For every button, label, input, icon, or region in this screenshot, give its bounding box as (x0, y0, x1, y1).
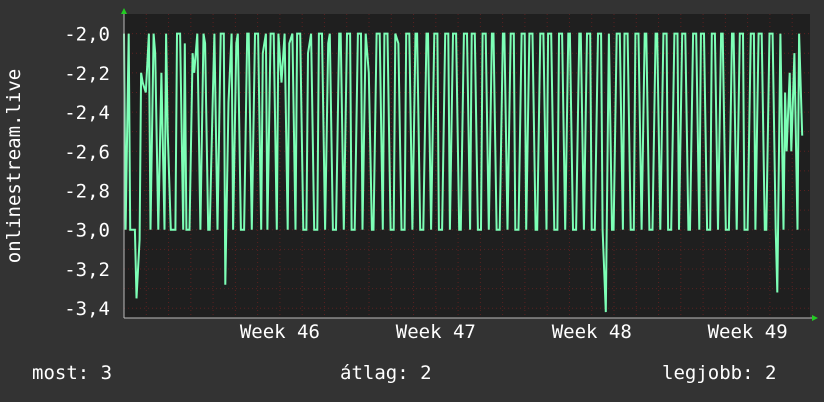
y-tick-label: -3,2 (64, 259, 110, 281)
line-chart: -2,0 -2,2 -2,4 -2,6 -2,8 -3,0 -3,2 -3,4 Week 46… (3, 8, 818, 343)
y-tick-label: -3,4 (64, 298, 110, 320)
y-axis-arrow (121, 8, 127, 14)
y-tick-label: -2,8 (64, 181, 110, 203)
y-tick-label: -2,4 (64, 102, 110, 124)
legend-best-value: 2 (764, 362, 777, 384)
y-tick-label: -2,6 (64, 141, 110, 163)
x-tick-label: Week 47 (396, 321, 476, 343)
x-axis-arrow (812, 315, 818, 321)
y-tick-label: -2,0 (64, 24, 110, 46)
chart-root: -2,0 -2,2 -2,4 -2,6 -2,8 -3,0 -3,2 -3,4 Week 46… (0, 0, 824, 402)
y-tick-label: -2,2 (64, 63, 110, 85)
y-tick-label: -3,0 (64, 220, 110, 242)
legend-average-value: 2 (420, 362, 432, 384)
y-tick-labels: -2,0 -2,2 -2,4 -2,6 -2,8 -3,0 -3,2 -3,4 (64, 24, 110, 321)
legend-best-label: legjobb: (662, 362, 754, 384)
x-tick-label: Week 49 (708, 321, 788, 343)
x-tick-label: Week 46 (240, 321, 320, 343)
legend-current-value: 3 (100, 362, 113, 384)
legend-average: átlag: 2 (340, 362, 432, 384)
x-tick-labels: Week 46 Week 47 Week 48 Week 49 (240, 321, 788, 343)
x-tick-label: Week 48 (552, 321, 632, 343)
y-axis-label: onlinestream.live (3, 69, 25, 263)
legend-current: most: 3 (32, 362, 112, 384)
legend-best: legjobb: 2 (662, 362, 776, 384)
legend-average-label: átlag: (340, 362, 409, 384)
legend-current-label: most: (32, 362, 90, 384)
